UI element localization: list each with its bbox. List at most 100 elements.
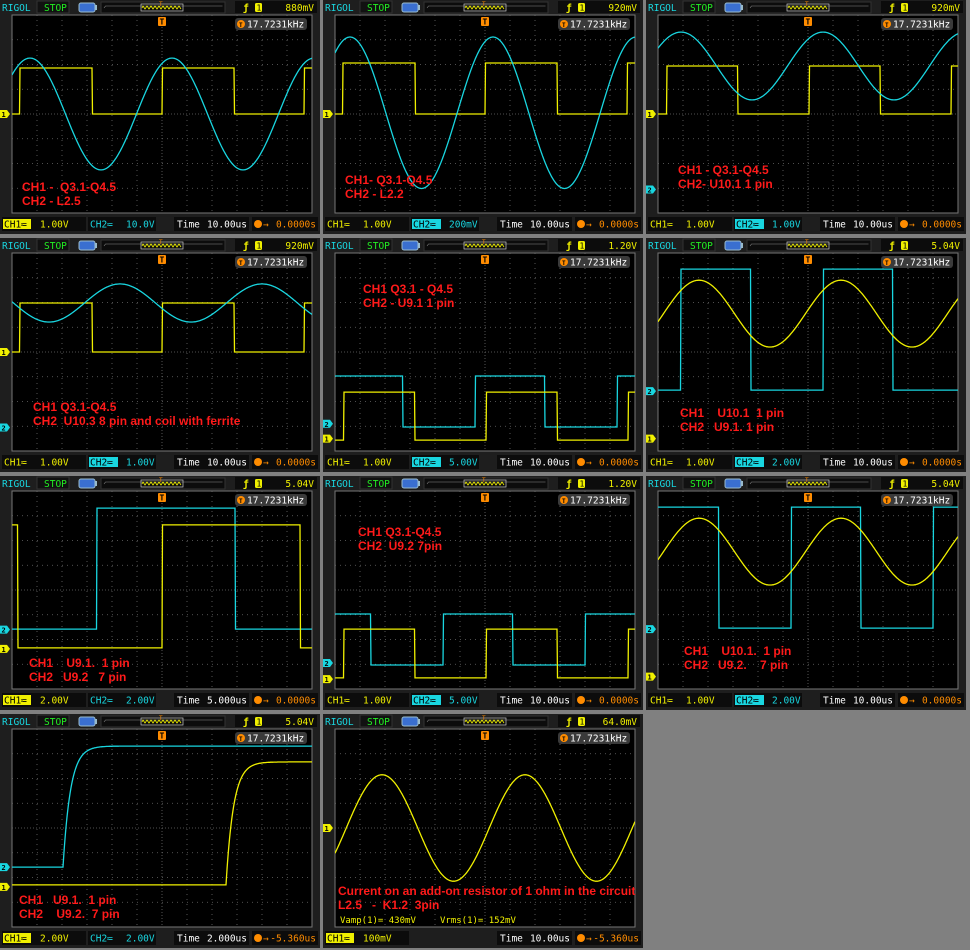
trigger-time-marker[interactable]: T bbox=[158, 493, 166, 503]
trigger-time-marker[interactable]: T bbox=[804, 493, 812, 503]
ch1-ground-marker[interactable]: 1 bbox=[646, 434, 656, 444]
frequency-readout: T 17.7231kHz bbox=[881, 18, 953, 31]
time-label: Time bbox=[177, 934, 200, 945]
caption-line: CH1 U10.1 1 pin bbox=[680, 406, 785, 420]
ch1-ground-marker[interactable]: 1 bbox=[323, 110, 333, 119]
trigger-level: 5.04V bbox=[931, 479, 960, 490]
memory-depth-bar[interactable] bbox=[746, 477, 872, 490]
ch1-ground-marker[interactable]: 1 bbox=[646, 672, 656, 682]
brand-label: RIGOL bbox=[648, 479, 677, 490]
brand-label: RIGOL bbox=[2, 241, 31, 252]
ch2-ground-marker[interactable]: 2 bbox=[646, 625, 656, 634]
svg-text:T: T bbox=[160, 494, 165, 503]
ch1-scale: 1.00V bbox=[363, 696, 392, 707]
svg-text:T: T bbox=[562, 736, 566, 743]
timebase-value: 10.00us bbox=[853, 220, 893, 231]
rising-edge-icon: ƒ bbox=[566, 3, 572, 14]
svg-text:T: T bbox=[239, 22, 243, 29]
memory-depth-bar[interactable] bbox=[100, 477, 226, 490]
svg-text:→: → bbox=[263, 458, 269, 469]
ch2-ground-marker[interactable]: 2 bbox=[0, 625, 10, 635]
time-label: Time bbox=[177, 458, 200, 469]
timebase-value: 10.00us bbox=[207, 458, 247, 469]
trigger-position-marker: T bbox=[805, 239, 809, 246]
svg-text:T: T bbox=[239, 498, 243, 505]
trigger-source-label: 1 bbox=[257, 480, 262, 489]
run-state-label: STOP bbox=[690, 3, 713, 14]
trigger-time-marker[interactable]: T bbox=[481, 255, 489, 265]
trigger-position-marker: T bbox=[482, 477, 486, 484]
memory-depth-bar[interactable] bbox=[100, 1, 226, 14]
run-state-label: STOP bbox=[367, 241, 390, 252]
trigger-time-marker[interactable]: T bbox=[804, 255, 812, 265]
ch1-scale: 100mV bbox=[363, 934, 392, 945]
trigger-time-marker[interactable]: T bbox=[158, 17, 166, 27]
time-label: Time bbox=[177, 220, 200, 231]
ch2-scale: 1.00V bbox=[126, 458, 155, 469]
ch2-ground-marker[interactable]: 2 bbox=[323, 659, 333, 668]
trigger-time-marker[interactable]: T bbox=[158, 731, 166, 741]
ch1-ground-marker[interactable]: 1 bbox=[0, 882, 10, 892]
ch1-label: CH1≔ bbox=[327, 220, 350, 231]
trigger-time-marker[interactable]: T bbox=[481, 731, 489, 741]
ch2-ground-marker[interactable]: 2 bbox=[0, 423, 10, 432]
ch2-label: CH2≔ bbox=[90, 696, 113, 707]
ch1-ground-marker[interactable]: 1 bbox=[0, 644, 10, 654]
ch1-ground-marker[interactable]: 1 bbox=[323, 824, 333, 833]
trigger-time-marker[interactable]: T bbox=[804, 17, 812, 27]
rising-edge-icon: ƒ bbox=[566, 241, 572, 252]
memory-icon bbox=[401, 2, 420, 13]
annotation-caption: CH1 Q3.1 - Q4.5 CH2 - U9.1 1 pin bbox=[363, 282, 454, 310]
trigger-time-marker[interactable]: T bbox=[158, 255, 166, 265]
ch2-label: CH2≔ bbox=[90, 220, 113, 231]
svg-text:1: 1 bbox=[2, 646, 6, 654]
memory-depth-bar[interactable] bbox=[100, 239, 226, 252]
scope-panel: RIGOL STOP Tƒ 1 1.20V T T 17.7231kHz 1 2 CH1≔ 1.00V… bbox=[323, 476, 643, 710]
ch1-scale: 1.00V bbox=[363, 220, 392, 231]
trigger-position-marker: T bbox=[159, 715, 163, 722]
ch1-ground-marker[interactable]: 1 bbox=[0, 110, 10, 119]
svg-text:T: T bbox=[160, 256, 165, 265]
trigger-level: 920mV bbox=[285, 241, 314, 252]
memory-depth-bar[interactable] bbox=[423, 477, 549, 490]
memory-depth-bar[interactable] bbox=[746, 239, 872, 252]
caption-line: CH2 U9.1. 1 pin bbox=[680, 420, 775, 434]
trigger-position-marker: T bbox=[805, 477, 809, 484]
measurement-readout: Vrms(1)= 152mV bbox=[440, 916, 516, 926]
ch2-ground-marker[interactable]: 2 bbox=[646, 387, 656, 396]
ch1-ground-marker[interactable]: 1 bbox=[646, 110, 656, 119]
annotation-caption: CH1 U10.1. 1 pin CH2 U9.2. 7 pin bbox=[684, 644, 791, 672]
ch1-ground-marker[interactable]: 1 bbox=[323, 675, 333, 684]
ch1-ground-marker[interactable]: 1 bbox=[0, 348, 10, 357]
trigger-offset-value: 0.0000s bbox=[599, 696, 639, 707]
measurement-readout: Vamp(1)= 430mV bbox=[340, 916, 416, 926]
time-label: Time bbox=[500, 696, 523, 707]
memory-depth-bar[interactable] bbox=[423, 1, 549, 14]
ch2-ground-marker[interactable]: 2 bbox=[646, 185, 656, 194]
run-state-label: STOP bbox=[367, 717, 390, 728]
trigger-time-marker[interactable]: T bbox=[481, 493, 489, 503]
svg-text:→: → bbox=[586, 458, 592, 469]
trigger-position-marker: T bbox=[805, 1, 809, 8]
brand-label: RIGOL bbox=[648, 241, 677, 252]
trigger-position-marker: T bbox=[159, 239, 163, 246]
memory-depth-bar[interactable] bbox=[423, 715, 549, 728]
trigger-offset-value: 0.0000s bbox=[599, 220, 639, 231]
trigger-offset-icon bbox=[900, 220, 908, 228]
run-state-label: STOP bbox=[44, 241, 67, 252]
trigger-level: 1.20V bbox=[608, 479, 637, 490]
ch1-ground-marker[interactable]: 1 bbox=[323, 434, 333, 444]
brand-label: RIGOL bbox=[2, 479, 31, 490]
scope-panel: RIGOL STOP Tƒ 1 1.20V T T 17.7231kHz 1 2 CH1≔ 1.00V… bbox=[323, 238, 643, 472]
memory-depth-bar[interactable] bbox=[746, 1, 872, 14]
rising-edge-icon: ƒ bbox=[566, 479, 572, 490]
svg-text:T: T bbox=[483, 256, 488, 265]
ch2-ground-marker[interactable]: 2 bbox=[323, 419, 333, 429]
memory-icon bbox=[401, 478, 420, 489]
time-label: Time bbox=[823, 458, 846, 469]
ch2-ground-marker[interactable]: 2 bbox=[0, 863, 10, 872]
memory-depth-bar[interactable] bbox=[423, 239, 549, 252]
memory-depth-bar[interactable] bbox=[100, 715, 226, 728]
rising-edge-icon: ƒ bbox=[243, 241, 249, 252]
trigger-time-marker[interactable]: T bbox=[481, 17, 489, 27]
